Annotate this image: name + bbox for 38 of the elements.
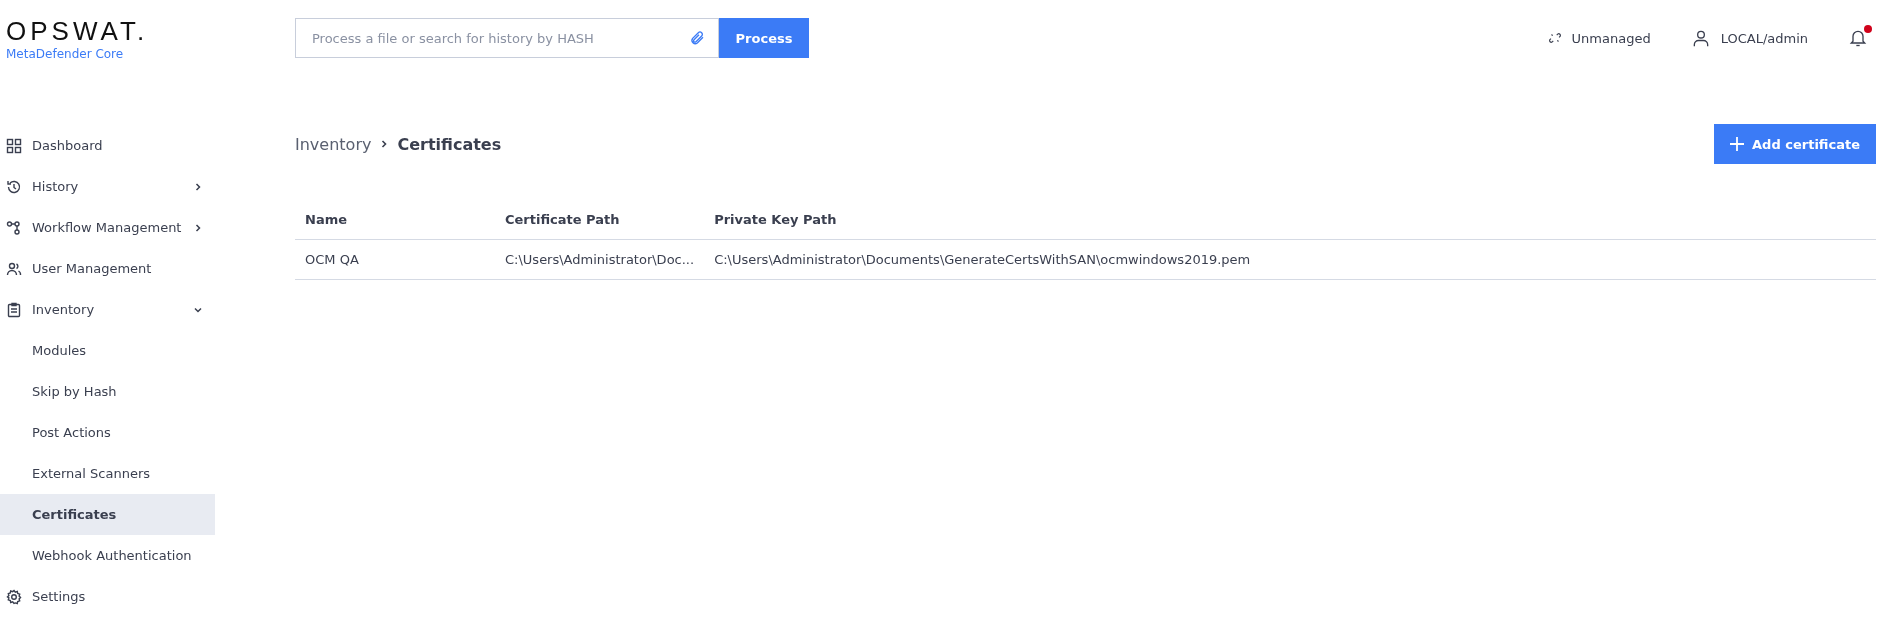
sidebar-subitem[interactable]: Certificates — [0, 494, 215, 535]
product-name: MetaDefender Core — [6, 46, 125, 61]
table-cell: C:\Users\Administrator\Documents\GenerateCertsWithSAN\ocmwindows2019.pem — [704, 239, 1876, 280]
nav-icon — [6, 301, 22, 318]
paperclip-icon[interactable] — [689, 30, 705, 46]
column-header: Certificate Path — [495, 200, 705, 240]
add-certificate-button[interactable]: Add certificate — [1714, 124, 1876, 164]
sidebar-item[interactable]: History — [0, 166, 215, 207]
sidebar-subitem[interactable]: Skip by Hash — [0, 371, 215, 412]
nav-icon — [6, 260, 22, 277]
sidebar-subitem[interactable]: Modules — [0, 330, 215, 371]
table-cell: OCM QA — [295, 239, 495, 280]
page-title: Certificates — [397, 134, 502, 154]
sidebar-item[interactable]: Inventory — [0, 289, 215, 330]
column-header: Private Key Path — [704, 200, 1876, 240]
search-field[interactable]: Process a file or search for history by HASH — [295, 18, 719, 58]
nav-icon — [6, 178, 22, 195]
column-header: Name — [295, 200, 495, 240]
process-button[interactable]: Process — [719, 18, 809, 58]
chevron-right-icon — [193, 181, 203, 192]
user-name[interactable]: LOCAL/admin — [1720, 30, 1808, 46]
sidebar-subitem[interactable]: Webhook Authentication — [0, 535, 215, 576]
sidebar-subitem[interactable]: Post Actions — [0, 412, 215, 453]
sidebar-item[interactable]: User Management — [0, 248, 215, 289]
breadcrumb-link[interactable]: Inventory — [295, 134, 372, 154]
sidebar-item[interactable]: Workflow Management — [0, 207, 215, 248]
nav-icon — [6, 588, 22, 605]
nav-icon — [6, 137, 22, 154]
broken-link-icon — [1547, 31, 1562, 45]
table-cell: C:\Users\Administrator\Doc... — [495, 239, 705, 280]
opswat-logo: OPSWAT. — [6, 15, 150, 47]
plus-icon — [1730, 137, 1745, 151]
nav-icon — [6, 219, 22, 236]
chevron-right-icon — [193, 222, 203, 233]
sidebar-item[interactable]: Dashboard — [0, 125, 215, 166]
sidebar-subitem[interactable]: External Scanners — [0, 453, 215, 494]
managed-status: Unmanaged — [1571, 30, 1651, 46]
sidebar-item[interactable]: Settings — [0, 576, 215, 617]
